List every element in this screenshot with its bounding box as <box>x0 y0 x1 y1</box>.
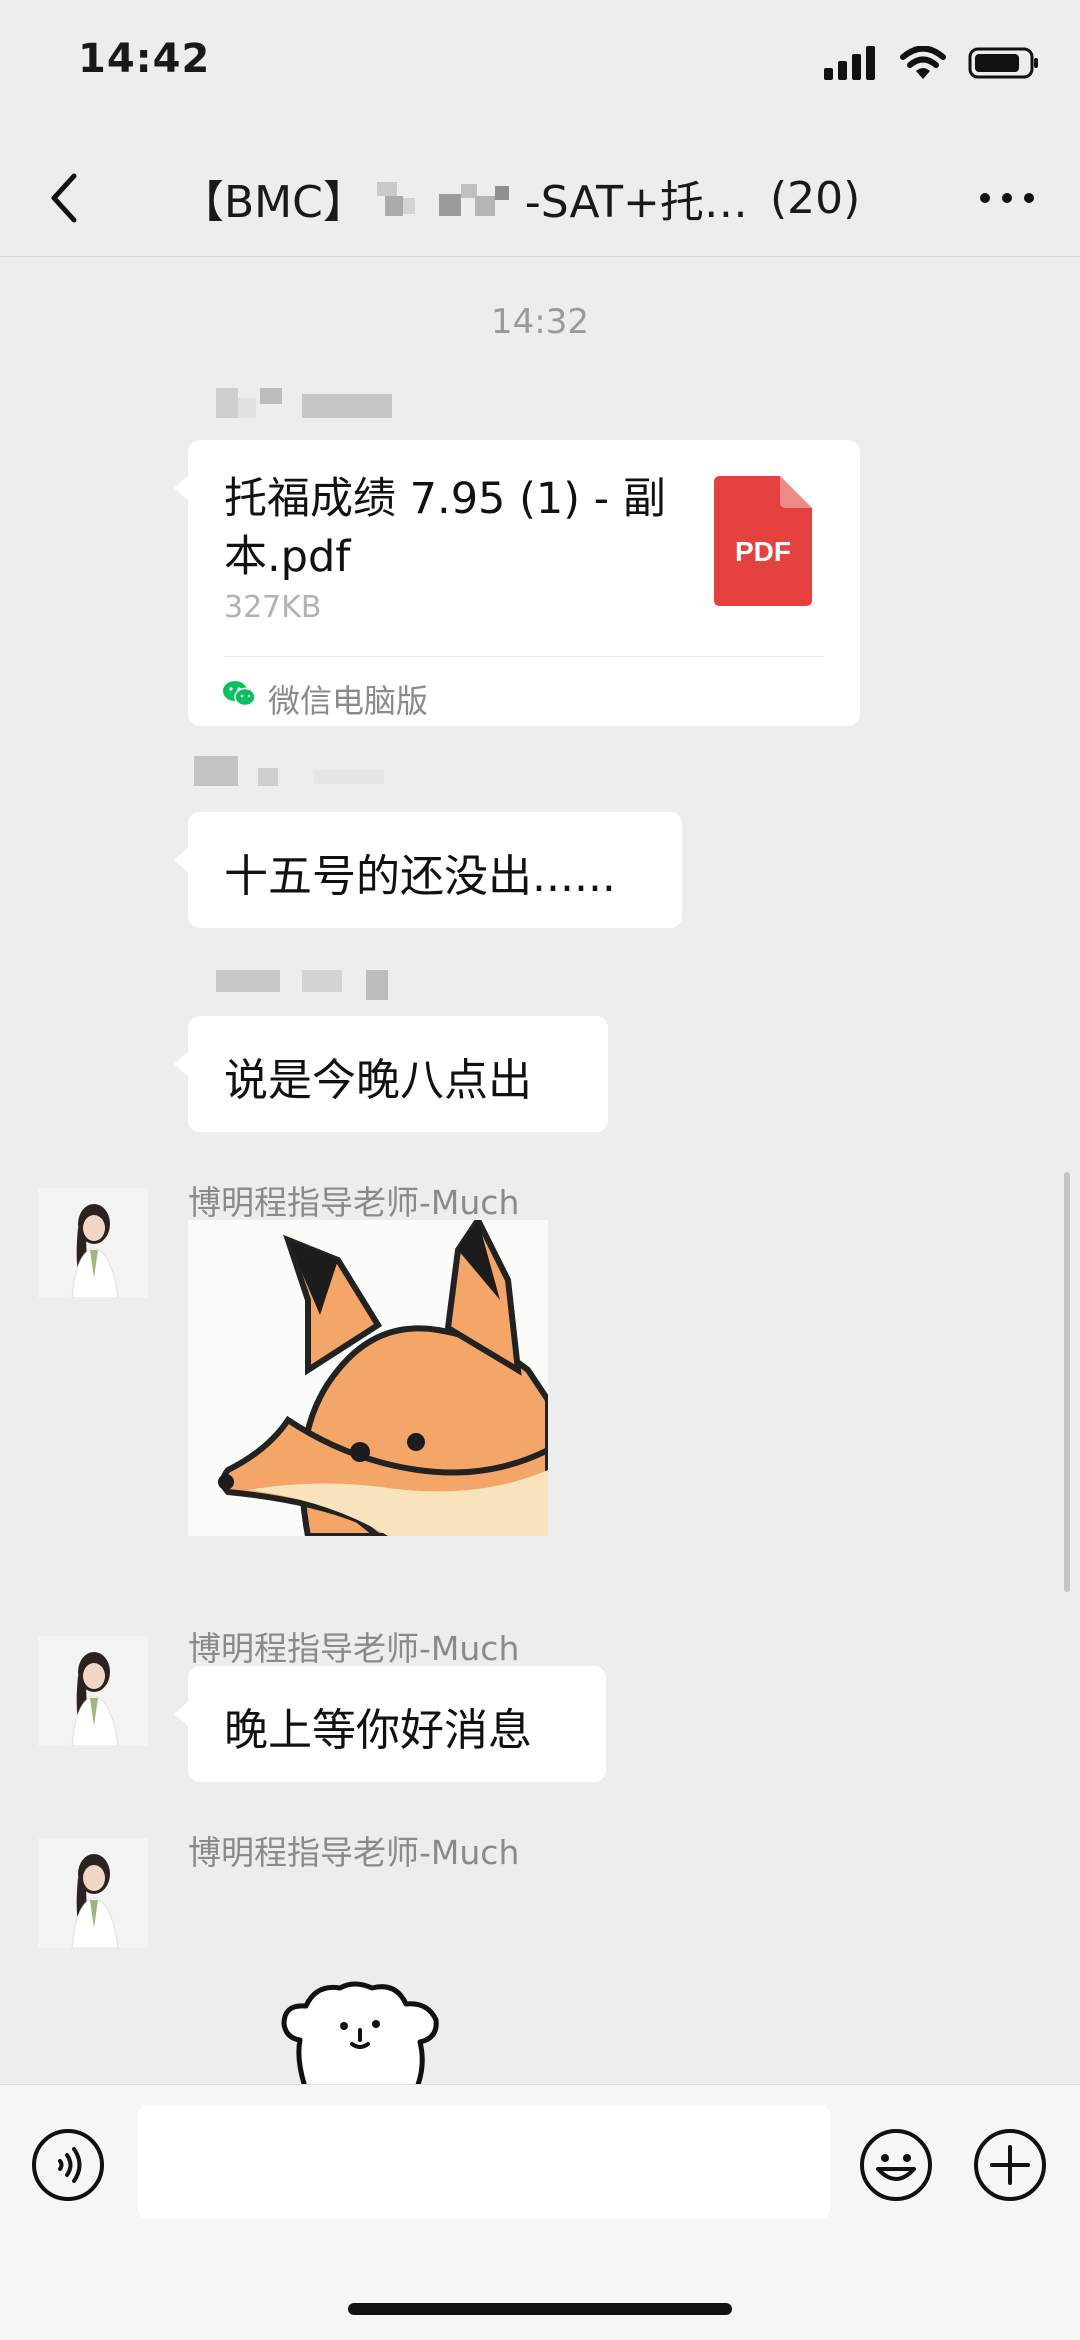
back-chevron-icon[interactable] <box>44 168 84 228</box>
scrollbar[interactable] <box>1064 1172 1070 1592</box>
text-message-bubble[interactable]: 说是今晚八点出 <box>174 1016 608 1132</box>
wechat-logo-icon <box>223 681 256 707</box>
text-message-bubble[interactable]: 晚上等你好消息 <box>174 1666 606 1782</box>
wifi-icon <box>900 46 946 79</box>
input-bar <box>0 2084 1080 2340</box>
divider <box>224 656 824 657</box>
emoji-icon[interactable] <box>858 2127 934 2203</box>
chat-title[interactable]: 【BMC】 -SAT+托… (20) <box>180 166 900 230</box>
sender-name: 博明程指导老师-Much <box>188 1833 520 1872</box>
file-size: 327KB <box>224 590 322 625</box>
message-text: 说是今晚八点出 <box>224 1055 532 1106</box>
chat-title-prefix: 【BMC】 <box>180 177 367 228</box>
plus-icon[interactable] <box>972 2127 1048 2203</box>
chat-message-list[interactable]: 14:32 托福成绩 7.95 (1) - 副本.pdf 327KB PDF 微… <box>0 256 1080 2084</box>
redacted-name <box>371 178 521 218</box>
avatar[interactable] <box>38 1636 148 1746</box>
avatar[interactable] <box>38 1838 148 1948</box>
sender-name: 博明程指导老师-Much <box>188 1629 520 1668</box>
sender-name: 博明程指导老师-Much <box>188 1183 520 1222</box>
message-input[interactable] <box>138 2105 830 2219</box>
member-count: (20) <box>769 172 861 224</box>
voice-input-icon[interactable] <box>30 2127 106 2203</box>
fox-sticker[interactable] <box>188 1220 548 1536</box>
avatar[interactable] <box>38 1188 148 1298</box>
pdf-file-icon: PDF <box>714 476 812 606</box>
message-text: 晚上等你好消息 <box>224 1705 532 1756</box>
chat-title-suffix: -SAT+托… <box>524 177 748 228</box>
dog-sticker[interactable] <box>276 1980 446 2084</box>
redacted-sender-name <box>216 388 396 418</box>
message-timestamp: 14:32 <box>491 302 589 342</box>
file-message-bubble[interactable]: 托福成绩 7.95 (1) - 副本.pdf 327KB PDF 微信电脑版 <box>174 440 860 726</box>
signal-icon <box>824 46 875 80</box>
status-time: 14:42 <box>78 36 211 82</box>
chat-header: 【BMC】 -SAT+托… (20) <box>0 140 1080 257</box>
file-name: 托福成绩 7.95 (1) - 副本.pdf <box>224 474 666 582</box>
pdf-label: PDF <box>735 536 791 567</box>
home-indicator <box>348 2303 732 2315</box>
file-source: 微信电脑版 <box>268 682 429 720</box>
text-message-bubble[interactable]: 十五号的还没出...... <box>174 812 682 928</box>
battery-icon <box>968 47 1038 79</box>
message-text: 十五号的还没出...... <box>224 851 616 902</box>
more-options-icon[interactable] <box>980 180 1034 216</box>
redacted-sender-name <box>194 756 394 786</box>
status-bar: 14:42 <box>0 0 1080 140</box>
redacted-sender-name <box>216 970 396 1000</box>
status-icons <box>824 46 1040 80</box>
